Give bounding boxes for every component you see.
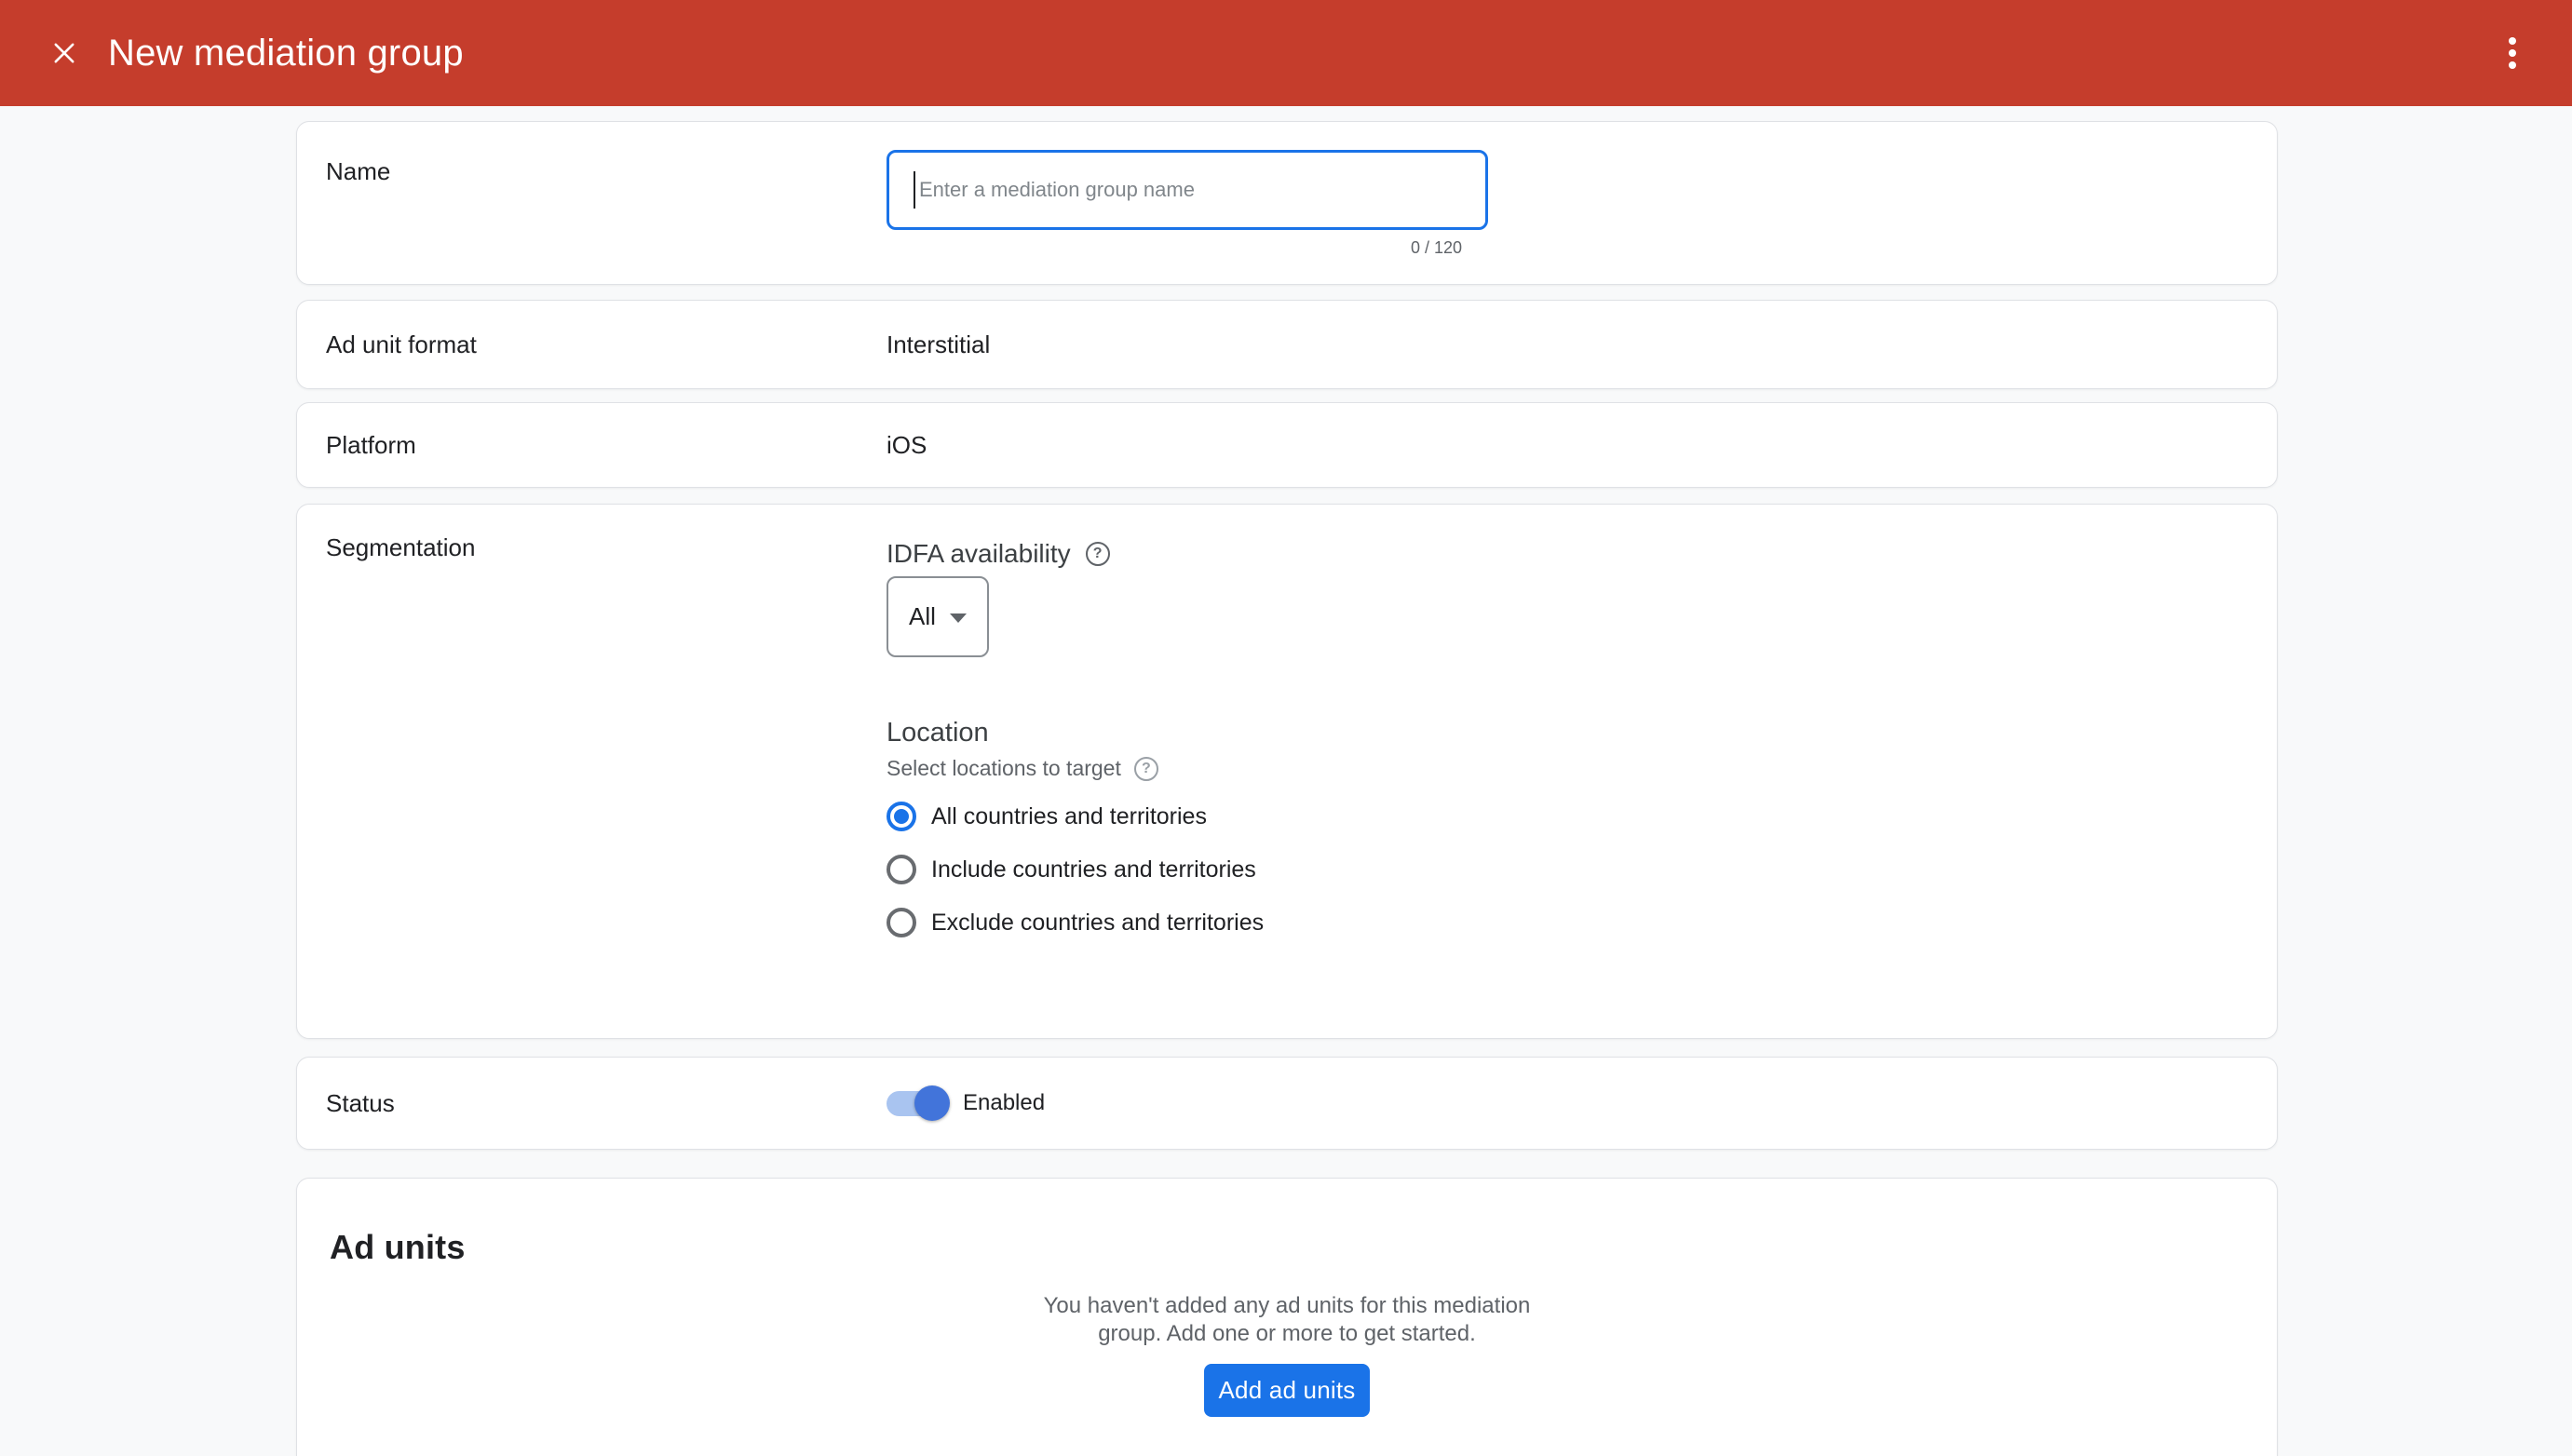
- radio-option-exclude-countries[interactable]: Exclude countries and territories: [887, 908, 1264, 937]
- location-heading: Location: [887, 716, 1264, 749]
- segmentation-controls: IDFA availability ? All Location Select …: [887, 533, 1264, 1038]
- overflow-menu-icon[interactable]: [2501, 28, 2524, 78]
- idfa-availability-label: IDFA availability: [887, 539, 1071, 569]
- name-card: Name 0 / 120: [296, 121, 2278, 285]
- app-bar: New mediation group: [0, 0, 2572, 106]
- char-counter: 0 / 120: [887, 238, 1488, 258]
- ad-units-heading: Ad units: [330, 1227, 2277, 1268]
- empty-state-line1: You haven't added any ad units for this …: [297, 1292, 2277, 1320]
- segmentation-label: Segmentation: [297, 533, 887, 1038]
- ad-unit-format-label: Ad unit format: [297, 330, 887, 359]
- menu-dot: [2509, 37, 2516, 45]
- mediation-group-name-input[interactable]: [887, 150, 1488, 230]
- location-options: All countries and territories Include co…: [887, 802, 1264, 937]
- close-icon[interactable]: [48, 37, 80, 69]
- radio-option-label: All countries and territories: [931, 803, 1207, 830]
- page-title: New mediation group: [108, 33, 464, 74]
- radio-option-include-countries[interactable]: Include countries and territories: [887, 855, 1264, 884]
- ad-units-empty-state: You haven't added any ad units for this …: [297, 1292, 2277, 1417]
- menu-dot: [2509, 61, 2516, 69]
- status-label: Status: [297, 1089, 887, 1118]
- name-field-column: 0 / 120: [887, 150, 1488, 284]
- radio-button[interactable]: [887, 908, 916, 937]
- empty-state-line2: group. Add one or more to get started.: [297, 1320, 2277, 1348]
- platform-card: Platform iOS: [296, 402, 2278, 488]
- add-ad-units-button[interactable]: Add ad units: [1204, 1364, 1370, 1417]
- status-value: Enabled: [963, 1090, 1045, 1116]
- radio-option-all-countries[interactable]: All countries and territories: [887, 802, 1264, 831]
- ad-unit-format-value: Interstitial: [887, 330, 990, 359]
- form-content: Name 0 / 120 Ad unit format Interstitial…: [0, 106, 2572, 1456]
- status-card: Status Enabled: [296, 1057, 2278, 1150]
- idfa-availability-row: IDFA availability ?: [887, 539, 1264, 569]
- toggle-knob: [914, 1085, 950, 1121]
- idfa-help-icon[interactable]: ?: [1086, 542, 1110, 566]
- idfa-availability-dropdown[interactable]: All: [887, 576, 989, 657]
- radio-button[interactable]: [887, 802, 916, 831]
- idfa-dropdown-value: All: [909, 602, 936, 631]
- close-icon-glyph: [48, 37, 80, 69]
- name-label: Name: [297, 150, 887, 284]
- chevron-down-icon: [950, 613, 967, 623]
- status-control: Enabled: [887, 1090, 1045, 1116]
- radio-option-label: Exclude countries and territories: [931, 910, 1264, 937]
- ad-units-card: Ad units You haven't added any ad units …: [296, 1178, 2278, 1456]
- text-caret: [914, 171, 915, 209]
- platform-value: iOS: [887, 431, 927, 460]
- menu-dot: [2509, 49, 2516, 57]
- radio-button[interactable]: [887, 855, 916, 884]
- radio-option-label: Include countries and territories: [931, 856, 1256, 883]
- location-help-icon[interactable]: ?: [1134, 757, 1158, 781]
- ad-unit-format-card: Ad unit format Interstitial: [296, 300, 2278, 389]
- location-subheading-row: Select locations to target ?: [887, 756, 1264, 781]
- location-subheading: Select locations to target: [887, 756, 1121, 781]
- platform-label: Platform: [297, 431, 887, 460]
- name-input-wrap: [887, 150, 1488, 230]
- status-toggle[interactable]: [887, 1091, 942, 1116]
- new-mediation-group-page: New mediation group Name 0 / 120 Ad unit…: [0, 0, 2572, 1456]
- segmentation-card: Segmentation IDFA availability ? All Loc…: [296, 504, 2278, 1039]
